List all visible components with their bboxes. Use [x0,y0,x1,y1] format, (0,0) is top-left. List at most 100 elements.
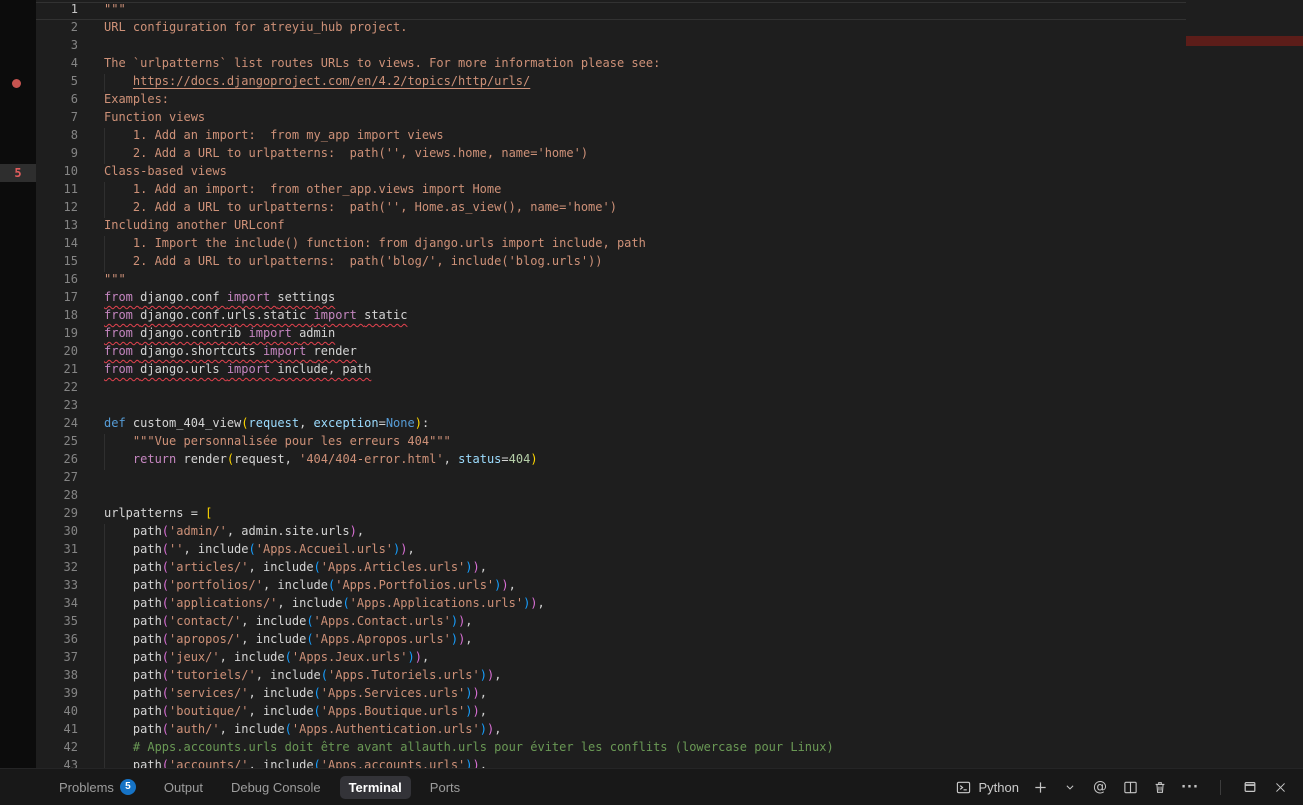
code-text[interactable]: """Vue personnalisée pour les erreurs 40… [104,434,451,452]
at-icon[interactable]: @ [1091,778,1109,796]
line-number[interactable]: 6 [36,92,78,110]
code-text[interactable]: Including another URLconf [104,218,285,236]
code-text[interactable]: The `urlpatterns` list routes URLs to vi… [104,56,660,74]
code-line[interactable]: 31 path('', include('Apps.Accueil.urls')… [36,542,1186,560]
code-text[interactable]: path('contact/', include('Apps.Contact.u… [104,614,473,632]
line-number[interactable]: 33 [36,578,78,596]
line-number[interactable]: 36 [36,632,78,650]
code-text[interactable]: path('portfolios/', include('Apps.Portfo… [104,578,516,596]
code-line[interactable]: 30 path('admin/', admin.site.urls), [36,524,1186,542]
code-line[interactable]: 24 def custom_404_view(request, exception… [36,416,1186,434]
line-number[interactable]: 43 [36,758,78,768]
code-lines[interactable]: 1"""2URL configuration for atreyiu_hub p… [36,2,1186,768]
line-number[interactable]: 12 [36,200,78,218]
code-text[interactable]: path('', include('Apps.Accueil.urls')), [104,542,415,560]
line-number[interactable]: 4 [36,56,78,74]
code-line[interactable]: 37 path('jeux/', include('Apps.Jeux.urls… [36,650,1186,668]
code-line[interactable]: 10Class-based views [36,164,1186,182]
line-number[interactable]: 39 [36,686,78,704]
close-panel-icon[interactable] [1271,778,1289,796]
code-line[interactable]: 42 # Apps.accounts.urls doit être avant … [36,740,1186,758]
panel-tab-debug-console[interactable]: Debug Console [222,776,330,799]
line-number[interactable]: 25 [36,434,78,452]
line-number[interactable]: 28 [36,488,78,506]
line-number[interactable]: 7 [36,110,78,128]
line-number[interactable]: 21 [36,362,78,380]
glyph-margin[interactable]: 5 [0,0,36,768]
code-line[interactable]: 43 path('accounts/', include('Apps.accou… [36,758,1186,768]
code-text[interactable]: Examples: [104,92,169,110]
code-line[interactable]: 39 path('services/', include('Apps.Servi… [36,686,1186,704]
line-number[interactable]: 9 [36,146,78,164]
line-number[interactable]: 20 [36,344,78,362]
panel-tab-output[interactable]: Output [155,776,212,799]
code-text[interactable]: path('tutoriels/', include('Apps.Tutorie… [104,668,501,686]
maximize-panel-icon[interactable] [1241,778,1259,796]
line-number[interactable]: 29 [36,506,78,524]
docstring-link[interactable]: https://docs.djangoproject.com/en/4.2/to… [133,74,530,88]
line-number[interactable]: 42 [36,740,78,758]
line-number[interactable]: 37 [36,650,78,668]
trash-icon[interactable] [1151,778,1169,796]
code-text[interactable]: 2. Add a URL to urlpatterns: path('blog/… [104,254,603,272]
code-line[interactable]: 5 https://docs.djangoproject.com/en/4.2/… [36,74,1186,92]
code-text[interactable]: path('services/', include('Apps.Services… [104,686,487,704]
code-line[interactable]: 28 [36,488,1186,506]
code-text[interactable]: path('applications/', include('Apps.Appl… [104,596,545,614]
code-line[interactable]: 22 [36,380,1186,398]
code-text[interactable]: path('boutique/', include('Apps.Boutique… [104,704,487,722]
line-number[interactable]: 27 [36,470,78,488]
line-number[interactable]: 35 [36,614,78,632]
code-text[interactable]: https://docs.djangoproject.com/en/4.2/to… [104,74,530,92]
code-text-error[interactable]: from django.contrib import admin [104,326,335,344]
code-line[interactable]: 3 [36,38,1186,56]
line-number[interactable]: 24 [36,416,78,434]
line-number[interactable]: 1 [36,2,78,20]
line-number[interactable]: 26 [36,452,78,470]
code-text[interactable]: path('accounts/', include('Apps.accounts… [104,758,487,768]
code-text[interactable]: path('admin/', admin.site.urls), [104,524,364,542]
code-text[interactable]: def custom_404_view(request, exception=N… [104,416,429,434]
line-number[interactable]: 19 [36,326,78,344]
code-line[interactable]: 29 urlpatterns = [ [36,506,1186,524]
code-line[interactable]: 25 """Vue personnalisée pour les erreurs… [36,434,1186,452]
chevron-down-icon[interactable] [1061,778,1079,796]
code-line[interactable]: 34 path('applications/', include('Apps.A… [36,596,1186,614]
line-number[interactable]: 10 [36,164,78,182]
ellipsis-icon[interactable]: ··· [1181,778,1199,796]
code-line[interactable]: 4 The `urlpatterns` list routes URLs to v… [36,56,1186,74]
code-line[interactable]: 6 Examples: [36,92,1186,110]
plus-icon[interactable] [1031,778,1049,796]
code-line[interactable]: 14 1. Import the include() function: fro… [36,236,1186,254]
code-text[interactable]: 2. Add a URL to urlpatterns: path('', vi… [104,146,588,164]
code-line[interactable]: 19 from django.contrib import admin [36,326,1186,344]
line-number[interactable]: 2 [36,20,78,38]
code-line[interactable]: 32 path('articles/', include('Apps.Artic… [36,560,1186,578]
line-number[interactable]: 22 [36,380,78,398]
breakpoint-icon[interactable] [12,79,21,88]
terminal-profile-selector[interactable]: Python [955,778,1019,796]
code-line[interactable]: 18from django.conf.urls.static import st… [36,308,1186,326]
panel-tab-ports[interactable]: Ports [421,776,469,799]
code-text[interactable]: 1. Add an import: from my_app import vie… [104,128,444,146]
code-text[interactable]: """ [104,2,126,20]
line-number[interactable]: 41 [36,722,78,740]
code-line[interactable]: 13Including another URLconf [36,218,1186,236]
line-number[interactable]: 40 [36,704,78,722]
code-line[interactable]: 17from django.conf import settings [36,290,1186,308]
line-number[interactable]: 34 [36,596,78,614]
line-number[interactable]: 16 [36,272,78,290]
code-text-error[interactable]: from django.urls import include, path [104,362,371,380]
line-number[interactable]: 11 [36,182,78,200]
code-text-error[interactable]: from django.shortcuts import render [104,344,357,362]
code-text[interactable]: Function views [104,110,205,128]
code-text[interactable]: # Apps.accounts.urls doit être avant all… [104,740,834,758]
code-text[interactable]: path('jeux/', include('Apps.Jeux.urls'))… [104,650,429,668]
code-text[interactable]: urlpatterns = [ [104,506,212,524]
code-text[interactable]: path('auth/', include('Apps.Authenticati… [104,722,501,740]
code-line[interactable]: 20 from django.shortcuts import render [36,344,1186,362]
code-line[interactable]: 8 1. Add an import: from my_app import v… [36,128,1186,146]
code-line[interactable]: 23 [36,398,1186,416]
code-text[interactable]: path('articles/', include('Apps.Articles… [104,560,487,578]
line-number[interactable]: 38 [36,668,78,686]
